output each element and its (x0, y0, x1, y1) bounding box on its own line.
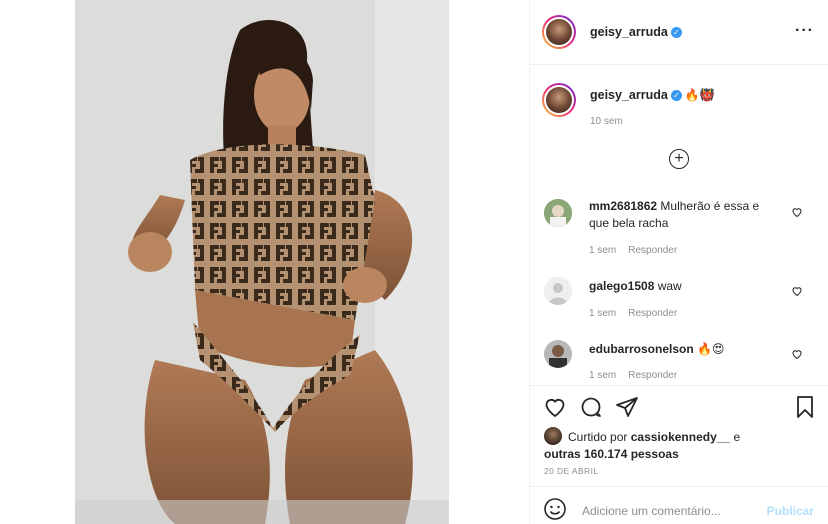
verified-badge-icon: ✓ (670, 27, 682, 38)
comment-bubble-icon[interactable] (579, 395, 603, 419)
comment-avatar[interactable] (544, 199, 572, 227)
caption: geisy_arruda ✓ 🔥👹 (590, 88, 715, 102)
comment-avatar[interactable] (544, 340, 572, 368)
caption-text: 🔥👹 (684, 88, 715, 102)
post-date[interactable]: 20 DE ABRIL (544, 466, 598, 476)
default-avatar-icon (544, 277, 572, 305)
commenter-photo-icon (544, 340, 572, 368)
comment-avatar[interactable] (544, 277, 572, 305)
share-send-icon[interactable] (615, 395, 639, 419)
author-avatar[interactable] (542, 15, 576, 49)
post-media-area (0, 0, 529, 524)
likes-conj: e (733, 430, 741, 444)
comment-meta: 1 sem Responder (589, 245, 677, 256)
reply-button[interactable]: Responder (628, 245, 677, 256)
comment-username[interactable]: mm2681862 (589, 199, 657, 213)
emoji-icon[interactable] (543, 497, 567, 521)
caption-avatar[interactable] (542, 83, 576, 117)
comment-meta: 1 sem Responder (589, 370, 677, 381)
comment-body: 🔥😍 (697, 342, 725, 356)
likes-others-count[interactable]: outras 160.174 pessoas (544, 447, 679, 461)
comment-username[interactable]: edubarrosonelson (589, 342, 694, 356)
verified-badge-icon: ✓ (670, 90, 682, 101)
comment-meta: 1 sem Responder (589, 308, 677, 319)
reply-button[interactable]: Responder (628, 370, 677, 381)
comment-username[interactable]: galego1508 (589, 279, 654, 293)
caption-username[interactable]: geisy_arruda (590, 88, 668, 102)
liker-avatar[interactable] (544, 427, 562, 445)
likes-prefix: Curtido por (568, 430, 628, 444)
liker-username[interactable]: cassiokennedy__ (631, 430, 730, 444)
save-bookmark-icon[interactable] (793, 395, 817, 419)
comment-body: waw (657, 279, 682, 293)
publish-button[interactable]: Publicar (767, 504, 814, 518)
caption-age[interactable]: 10 sem (590, 116, 623, 127)
comment-text: edubarrosonelson 🔥😍 (589, 341, 774, 358)
more-options-icon[interactable]: ··· (795, 22, 814, 40)
commenter-photo-icon (544, 199, 572, 227)
post-header: geisy_arruda ✓ ··· (530, 0, 828, 65)
comment-text: mm2681862 Mulherão é essa e que bela rac… (589, 198, 774, 232)
like-heart-icon[interactable] (543, 395, 567, 419)
post-side-panel: geisy_arruda ✓ ··· geisy_arruda ✓ 🔥👹 10 sem… (530, 0, 828, 524)
author-username[interactable]: geisy_arruda ✓ (590, 25, 682, 39)
post-photo-illustration (75, 0, 449, 524)
comment-age[interactable]: 1 sem (589, 245, 616, 256)
comment-age[interactable]: 1 sem (589, 370, 616, 381)
plus-circle-icon[interactable]: + (669, 149, 689, 169)
likes-summary: Curtido por cassiokennedy__ e outras 160… (544, 427, 814, 463)
comment-input[interactable]: Adicione um comentário... (582, 504, 721, 518)
post-photo[interactable] (75, 0, 449, 524)
author-username-text[interactable]: geisy_arruda (590, 25, 668, 39)
comment-text: galego1508 waw (589, 278, 774, 295)
actions-divider (530, 385, 828, 386)
comment-divider (530, 486, 828, 487)
heart-icon[interactable] (791, 348, 803, 360)
heart-icon[interactable] (791, 206, 803, 218)
heart-icon[interactable] (791, 285, 803, 297)
reply-button[interactable]: Responder (628, 308, 677, 319)
comment-age[interactable]: 1 sem (589, 308, 616, 319)
